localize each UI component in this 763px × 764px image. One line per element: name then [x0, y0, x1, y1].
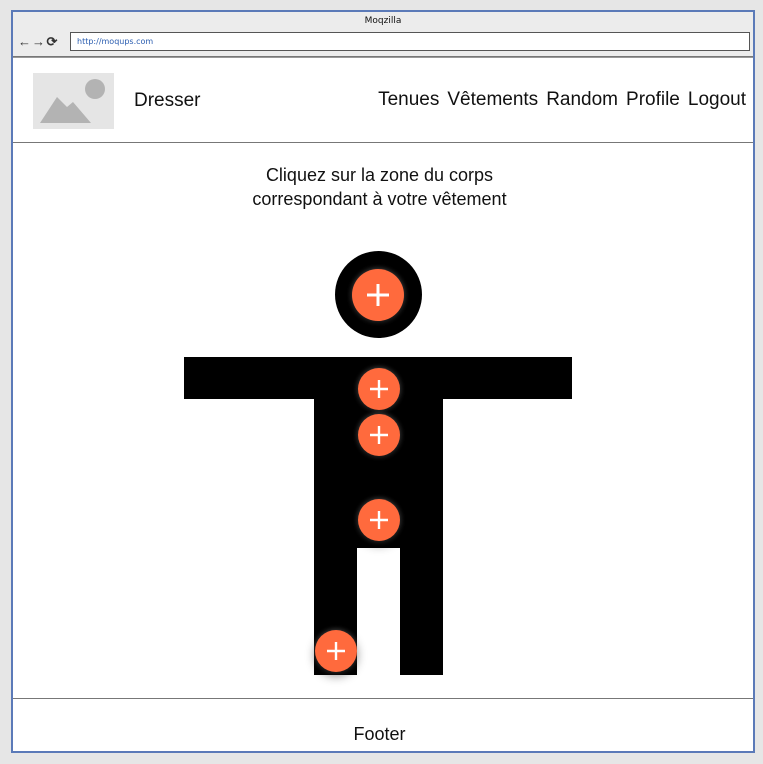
brand-title[interactable]: Dresser: [134, 90, 201, 112]
body-right-leg[interactable]: [400, 542, 443, 675]
plus-icon: [327, 642, 345, 660]
add-hips-button[interactable]: [358, 499, 400, 541]
arrow-left-icon[interactable]: ←: [18, 34, 31, 50]
page-header: Dresser Tenues Vêtements Random Profile …: [13, 59, 753, 143]
instruction-line-1: Cliquez sur la zone du corps: [265, 165, 494, 185]
browser-window: Moqzilla ← → ⟳ http://moqups.com Dresser…: [11, 10, 755, 753]
add-feet-button[interactable]: [315, 630, 357, 672]
arrow-right-icon[interactable]: →: [32, 34, 45, 50]
add-upper-torso-button[interactable]: [358, 368, 400, 410]
plus-icon: [370, 426, 388, 444]
footer-text: Footer: [353, 724, 406, 744]
instruction-text: Cliquez sur la zone du corps corresponda…: [13, 163, 746, 211]
reload-icon[interactable]: ⟳: [46, 34, 58, 50]
nav-link-random[interactable]: Random: [546, 89, 618, 111]
nav-link-logout[interactable]: Logout: [688, 89, 746, 111]
main-nav: Tenues Vêtements Random Profile Logout: [378, 89, 746, 111]
add-head-button[interactable]: [352, 269, 404, 321]
image-placeholder-icon: [33, 73, 114, 129]
add-lower-torso-button[interactable]: [358, 414, 400, 456]
browser-nav-buttons: ← → ⟳: [18, 34, 58, 50]
url-bar[interactable]: http://moqups.com: [70, 32, 750, 51]
instruction-line-2: correspondant à votre vêtement: [252, 189, 507, 209]
nav-link-tenues[interactable]: Tenues: [378, 89, 439, 111]
window-title: Moqzilla: [364, 16, 402, 26]
plus-icon: [367, 284, 389, 306]
nav-link-profile[interactable]: Profile: [626, 89, 680, 111]
plus-icon: [370, 380, 388, 398]
nav-link-vetements[interactable]: Vêtements: [447, 89, 538, 111]
plus-icon: [370, 511, 388, 529]
browser-chrome: Moqzilla ← → ⟳ http://moqups.com: [13, 12, 753, 57]
